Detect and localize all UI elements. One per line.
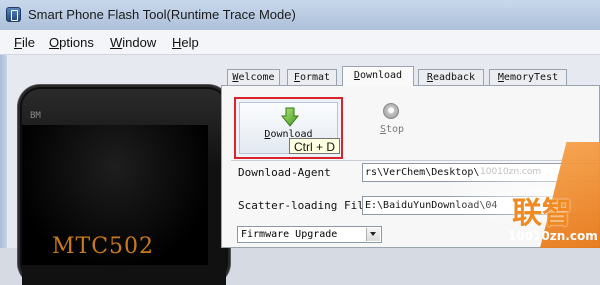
scatter-file-label: Scatter-loading File — [238, 199, 371, 212]
tab-format[interactable]: Format — [287, 69, 337, 85]
menu-options[interactable]: Options — [49, 35, 94, 50]
watermark-url: 10010zn.com — [508, 229, 598, 243]
title-bar: Smart Phone Flash Tool(Runtime Trace Mod… — [0, 0, 600, 30]
watermark-faint-text: 10010zn.com — [480, 167, 542, 177]
tab-welcome[interactable]: Welcome — [227, 69, 280, 85]
window-title: Smart Phone Flash Tool(Runtime Trace Mod… — [28, 7, 296, 22]
mode-select[interactable]: Firmware Upgrade — [237, 226, 382, 243]
stop-icon — [383, 103, 399, 119]
menu-window[interactable]: Window — [110, 35, 156, 50]
menu-bar: File Options Window Help — [0, 30, 600, 55]
download-agent-label: Download-Agent — [238, 166, 331, 179]
app-icon — [6, 7, 21, 22]
tab-memorytest[interactable]: MemoryTest — [489, 69, 567, 85]
download-tooltip: Ctrl + D — [289, 138, 341, 154]
menu-file[interactable]: File — [14, 35, 35, 50]
download-arrow-icon — [281, 107, 299, 127]
window-edge — [0, 55, 7, 248]
watermark-logo-text: 联智 — [512, 196, 572, 231]
tab-download[interactable]: Download — [342, 66, 414, 86]
stop-button-label: Stop — [379, 124, 405, 135]
phone-brand-text: MTC502 — [52, 234, 155, 259]
stop-button[interactable]: Stop — [372, 100, 412, 140]
tab-readback[interactable]: Readback — [418, 69, 484, 85]
mode-select-value: Firmware Upgrade — [241, 229, 338, 240]
menu-help[interactable]: Help — [172, 35, 199, 50]
chevron-down-icon[interactable] — [366, 228, 380, 241]
phone-badge: BM — [30, 111, 41, 121]
